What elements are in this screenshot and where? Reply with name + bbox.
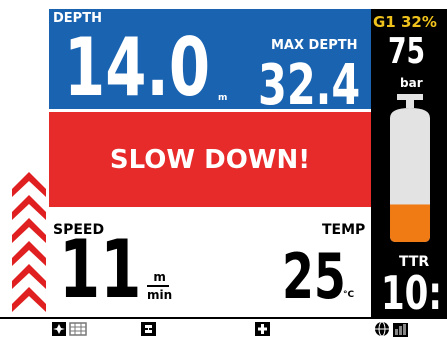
gas-mix-label: G1 32%: [373, 13, 437, 31]
max-depth-value: 32.4: [258, 53, 361, 118]
ascent-chevron: [12, 264, 46, 289]
tank-pressure-unit: bar: [400, 76, 423, 90]
ascent-chevron: [12, 287, 46, 312]
compass-logbook-icon[interactable]: [52, 321, 94, 337]
max-depth-label: MAX DEPTH: [271, 38, 358, 53]
speed-unit-bottom: min: [147, 288, 173, 302]
ascent-chevron: [12, 218, 46, 243]
globe-chart-icon[interactable]: [374, 321, 410, 337]
speed-unit-top: m: [153, 270, 166, 284]
switch-icon[interactable]: [140, 321, 158, 337]
temperature-label: TEMP: [322, 222, 366, 238]
ascent-chevron: [12, 241, 46, 266]
temperature-value: 25: [282, 240, 346, 313]
ascent-chevron: [12, 172, 46, 197]
speed-unit: m min: [147, 270, 172, 302]
tank-icon: [390, 94, 430, 242]
temperature-unit: °C: [343, 290, 355, 300]
depth-unit: m: [218, 93, 228, 103]
alert-text: SLOW DOWN!: [109, 145, 311, 175]
speed-value: 11: [59, 223, 142, 316]
tank-fill-level: [390, 204, 430, 242]
ascent-rate-indicator: [12, 172, 46, 312]
depth-value: 14.0: [64, 21, 211, 114]
tank-pressure-value: 75: [388, 31, 426, 72]
plus-icon[interactable]: [254, 321, 272, 337]
ascent-chevron: [12, 195, 46, 220]
ttr-value: 10:: [381, 266, 442, 320]
